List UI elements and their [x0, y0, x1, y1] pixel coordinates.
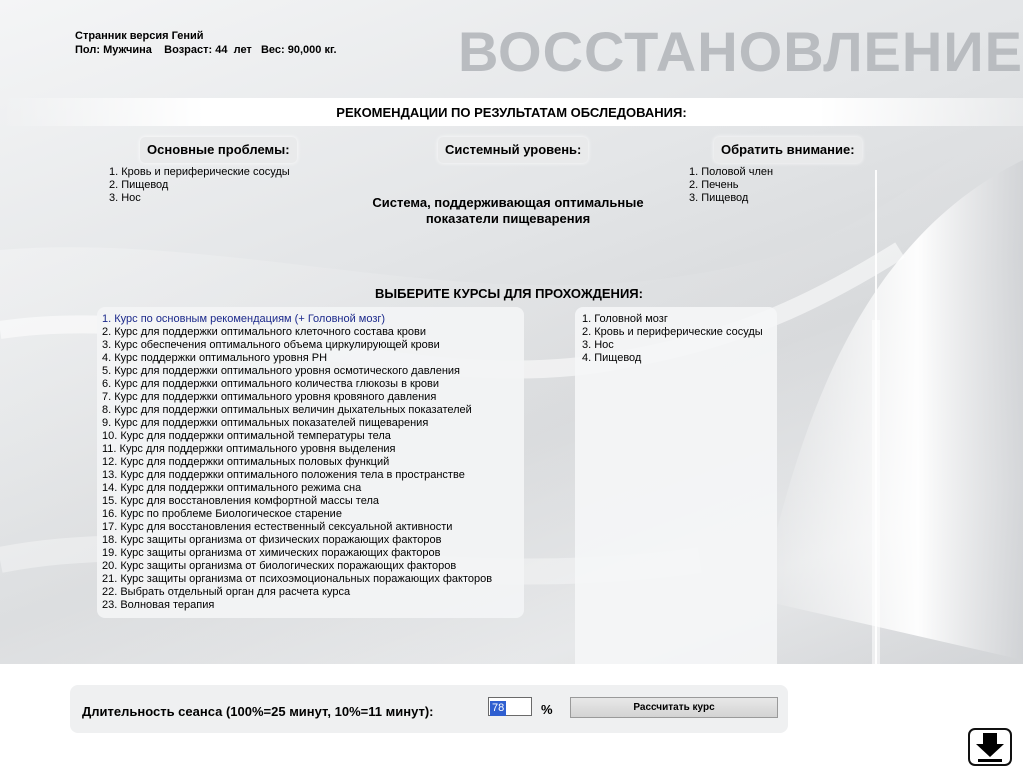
patient-info: Пол: Мужчина Возраст: 44 лет Вес: 90,000… [75, 44, 337, 56]
course-item[interactable]: 1. Курс по основным рекомендациям (+ Гол… [102, 313, 492, 326]
decorative-spire-shadow [872, 320, 880, 665]
course-item[interactable]: 8. Курс для поддержки оптимальных величи… [102, 404, 492, 417]
course-item[interactable]: 23. Волновая терапия [102, 599, 492, 612]
course-item[interactable]: 9. Курс для поддержки оптимальных показа… [102, 417, 492, 430]
weight-label: Вес: [260, 44, 285, 56]
course-item[interactable]: 13. Курс для поддержки оптимального поло… [102, 469, 492, 482]
list-item: 2. Пищевод [109, 179, 169, 191]
system-level-text-line: показатели пищеварения [425, 211, 591, 226]
course-item[interactable]: 3. Курс обеспечения оптимального объема … [102, 339, 492, 352]
duration-value: 78 [490, 701, 507, 716]
session-duration-panel: Длительность сеанса (100%=25 минут, 10%=… [70, 685, 788, 733]
course-item[interactable]: 2. Курс для поддержки оптимального клето… [102, 326, 492, 339]
selected-organ-item[interactable]: 1. Головной мозг [582, 313, 763, 326]
course-item[interactable]: 15. Курс для восстановления комфортной м… [102, 495, 492, 508]
courses-list[interactable]: 1. Курс по основным рекомендациям (+ Гол… [102, 313, 492, 612]
list-item: 1. Кровь и периферические сосуды [109, 166, 290, 178]
course-item[interactable]: 22. Выбрать отдельный орган для расчета … [102, 586, 492, 599]
selected-organ-item[interactable]: 2. Кровь и периферические сосуды [582, 326, 763, 339]
duration-label: Длительность сеанса (100%=25 минут, 10%=… [82, 704, 434, 719]
course-item[interactable]: 14. Курс для поддержки оптимального режи… [102, 482, 492, 495]
list-item: 1. Половой член [689, 166, 774, 178]
course-item[interactable]: 7. Курс для поддержки оптимального уровн… [102, 391, 492, 404]
system-level-text: Система, поддерживающая оптимальные пока… [362, 195, 654, 227]
main-problems-list: 1. Кровь и периферические сосуды 2. Пище… [109, 166, 290, 205]
system-level-title: Системный уровень: [438, 137, 589, 163]
course-item[interactable]: 20. Курс защиты организма от биологическ… [102, 560, 492, 573]
download-arrow-icon [976, 733, 1004, 762]
courses-listbox[interactable]: 1. Курс по основным рекомендациям (+ Гол… [97, 307, 524, 618]
selected-organs-listbox[interactable]: 1. Головной мозг 2. Кровь и периферически… [575, 307, 777, 667]
selected-organ-item[interactable]: 3. Нос [582, 339, 763, 352]
attention-title: Обратить внимание: [714, 137, 862, 163]
weight-value: 90,000 [287, 44, 322, 56]
course-item[interactable]: 18. Курс защиты организма от физических … [102, 534, 492, 547]
download-button[interactable] [968, 728, 1012, 766]
course-item[interactable]: 10. Курс для поддержки оптимальной темпе… [102, 430, 492, 443]
gender-label: Пол: [75, 44, 101, 56]
course-item[interactable]: 19. Курс защиты организма от химических … [102, 547, 492, 560]
course-item[interactable]: 11. Курс для поддержки оптимального уров… [102, 443, 492, 456]
course-item[interactable]: 4. Курс поддержки оптимального уровня PH [102, 352, 492, 365]
page-heading: ВОССТАНОВЛЕНИЕ [458, 20, 1023, 83]
selected-organ-item[interactable]: 4. Пищевод [582, 352, 763, 365]
percent-sign: % [541, 702, 553, 717]
calculate-course-button[interactable]: Рассчитать курс [570, 697, 778, 718]
gender-value: Мужчина [103, 44, 152, 56]
duration-input[interactable]: 78 [488, 697, 532, 716]
recommendations-heading: РЕКОМЕНДАЦИИ ПО РЕЗУЛЬТАТАМ ОБСЛЕДОВАНИЯ… [336, 105, 687, 120]
system-level-text-line: Система, поддерживающая оптимальные [372, 195, 644, 210]
course-item[interactable]: 17. Курс для восстановления естественный… [102, 521, 492, 534]
attention-list: 1. Половой член 2. Печень 3. Пищевод [689, 166, 773, 205]
app-title: Странник версия Гений [75, 30, 204, 42]
list-item: 3. Пищевод [689, 192, 749, 204]
courses-heading: ВЫБЕРИТЕ КУРСЫ ДЛЯ ПРОХОЖДЕНИЯ: [375, 286, 643, 301]
course-item[interactable]: 6. Курс для поддержки оптимального колич… [102, 378, 492, 391]
age-value: 44 [215, 44, 228, 56]
course-item[interactable]: 16. Курс по проблеме Биологическое старе… [102, 508, 492, 521]
selected-organs-list[interactable]: 1. Головной мозг 2. Кровь и периферически… [582, 313, 763, 365]
list-item: 3. Нос [109, 192, 141, 204]
list-item: 2. Печень [689, 179, 739, 191]
course-item[interactable]: 5. Курс для поддержки оптимального уровн… [102, 365, 492, 378]
weight-unit: кг. [324, 44, 337, 56]
course-item[interactable]: 21. Курс защиты организма от психоэмоцио… [102, 573, 492, 586]
main-problems-title: Основные проблемы: [140, 137, 297, 163]
age-unit: лет [233, 44, 252, 56]
age-label: Возраст: [164, 44, 213, 56]
course-item[interactable]: 12. Курс для поддержки оптимальных полов… [102, 456, 492, 469]
